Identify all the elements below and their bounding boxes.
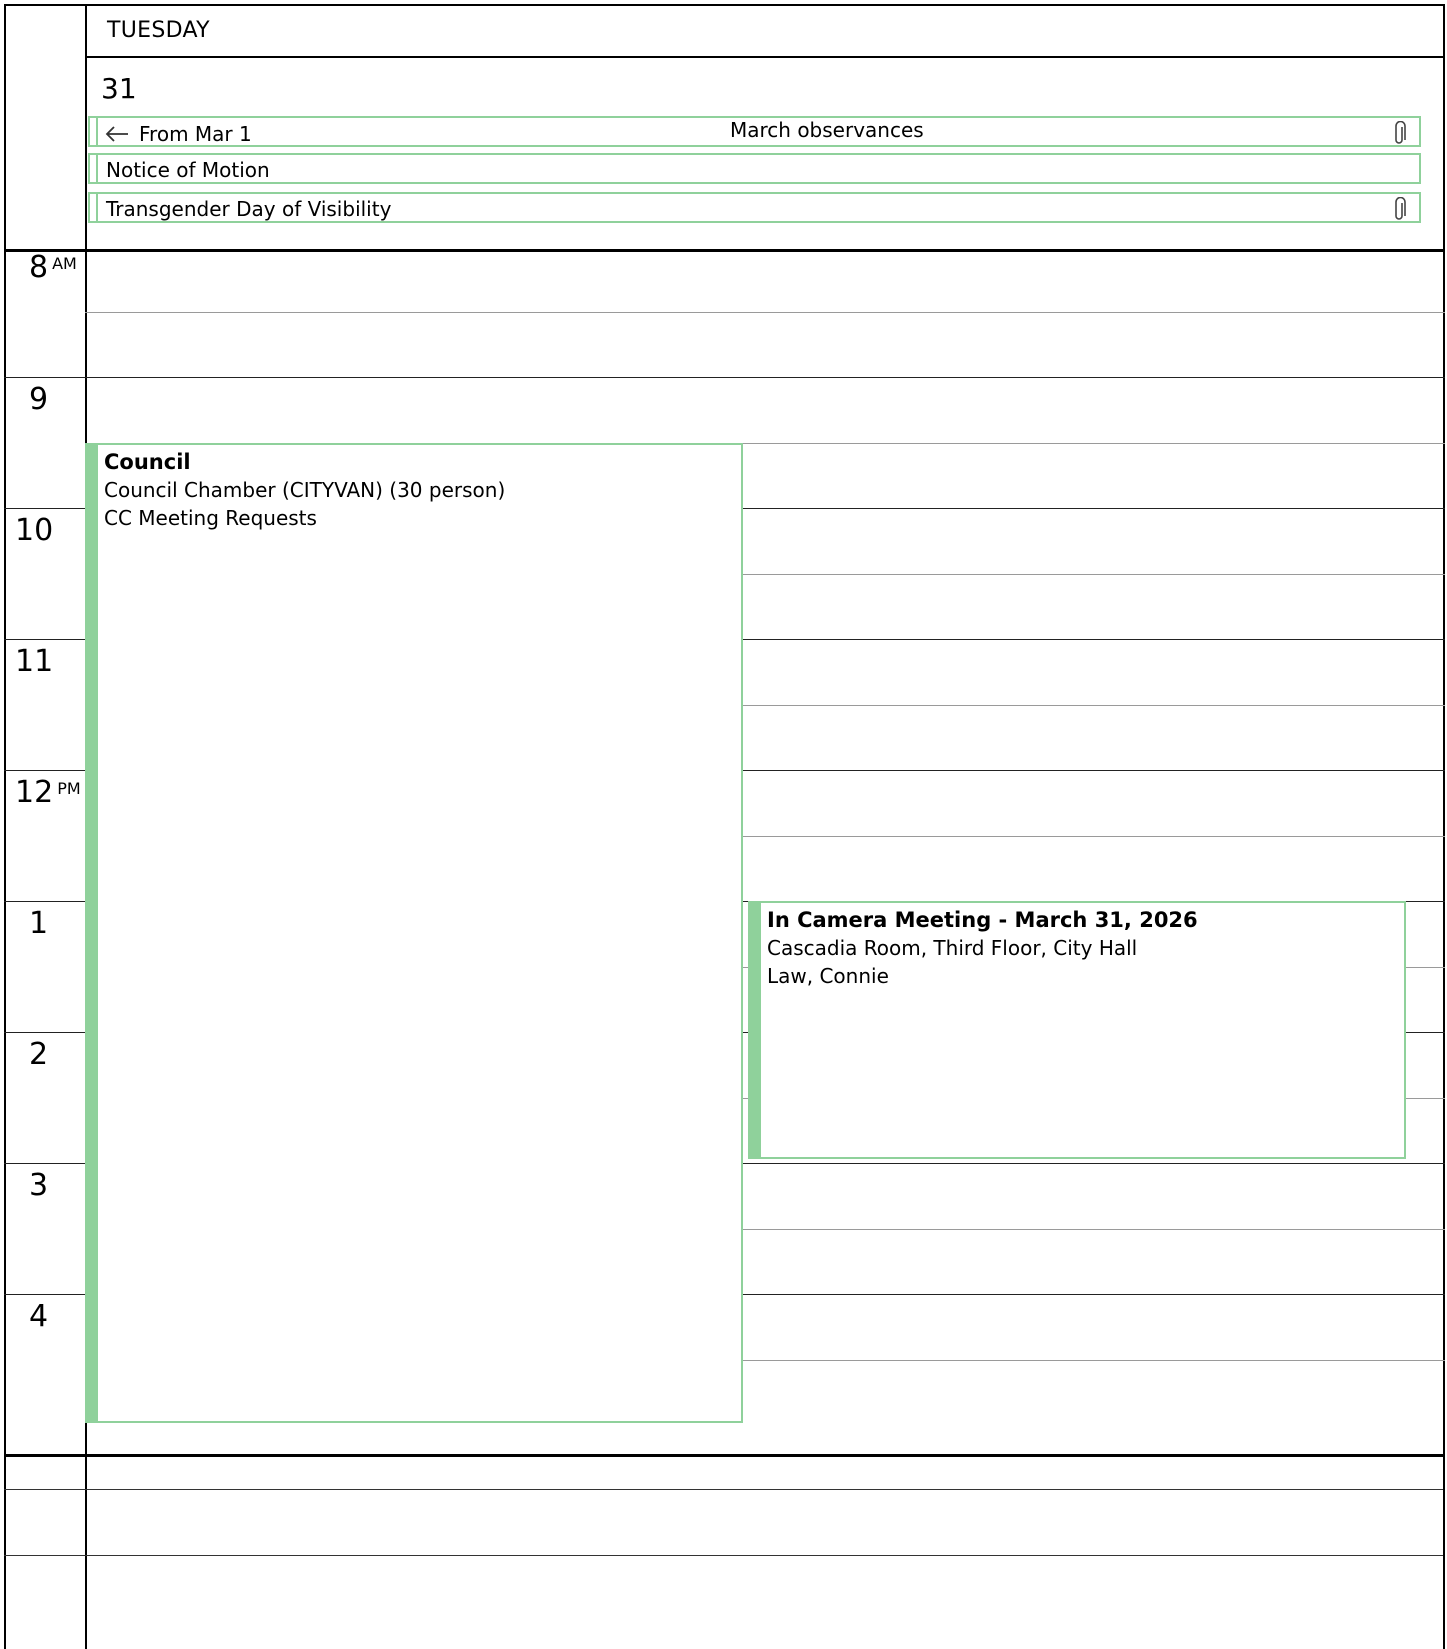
day-number[interactable]: 31	[101, 72, 137, 105]
paperclip-icon	[1395, 121, 1406, 144]
time-label-8am: 8 AM	[29, 250, 77, 285]
hour-line-9	[85, 377, 1445, 379]
all-day-event-transgender-day-of-visibility[interactable]: Transgender Day of Visibility	[88, 192, 1421, 223]
gutter-hour-line	[4, 1032, 86, 1034]
time-label-9: 9	[29, 382, 49, 417]
left-arrow-icon	[105, 126, 128, 142]
event-organizer: CC Meeting Requests	[104, 506, 317, 530]
all-day-event-title: Transgender Day of Visibility	[106, 197, 392, 221]
event-council[interactable]: Council Council Chamber (CITYVAN) (30 pe…	[85, 443, 743, 1423]
frame-border-right-footer	[1443, 1454, 1445, 1649]
event-organizer: Law, Connie	[767, 964, 889, 988]
all-day-event-title: March observances	[730, 118, 924, 142]
event-location: Cascadia Room, Third Floor, City Hall	[767, 936, 1138, 960]
gutter-hour-line	[4, 1163, 86, 1165]
time-label-12pm: 12 PM	[15, 775, 81, 810]
footer-row-line	[4, 1555, 1445, 1557]
gutter-hour-line	[4, 508, 86, 510]
paperclip-icon	[1395, 197, 1406, 220]
gutter-hour-line	[4, 1294, 86, 1296]
time-label-4: 4	[29, 1299, 49, 1334]
gutter-hour-line	[4, 901, 86, 903]
day-end-divider	[4, 1454, 1445, 1457]
from-date-label: From Mar 1	[139, 122, 252, 146]
time-label-1: 1	[29, 906, 49, 941]
half-hour-line	[85, 312, 1445, 313]
event-color-bar	[87, 445, 98, 1421]
event-title: In Camera Meeting - March 31, 2026	[767, 908, 1198, 932]
day-name-header: TUESDAY	[107, 18, 210, 43]
event-title: Council	[104, 450, 191, 474]
time-label-10: 10	[15, 513, 54, 548]
event-location: Council Chamber (CITYVAN) (30 person)	[104, 478, 506, 502]
footer-row-line	[4, 1489, 1445, 1491]
time-label-11: 11	[15, 644, 54, 679]
all-day-divider	[4, 249, 1445, 252]
frame-border-right	[1443, 4, 1445, 1456]
event-color-bar	[750, 903, 761, 1157]
event-color-bar	[96, 155, 98, 182]
gutter-hour-line	[4, 377, 86, 379]
all-day-event-notice-of-motion[interactable]: Notice of Motion	[88, 153, 1421, 184]
frame-border-top	[4, 4, 1445, 6]
event-color-bar	[96, 118, 98, 145]
time-label-3: 3	[29, 1168, 49, 1203]
event-in-camera-meeting[interactable]: In Camera Meeting - March 31, 2026 Casca…	[748, 901, 1406, 1159]
gutter-hour-line	[4, 639, 86, 641]
time-label-2: 2	[29, 1037, 49, 1072]
all-day-event-march-observances[interactable]: From Mar 1 March observances	[88, 116, 1421, 147]
header-divider	[85, 56, 1445, 58]
gutter-hour-line	[4, 770, 86, 772]
all-day-event-title: Notice of Motion	[106, 158, 270, 182]
event-color-bar	[96, 194, 98, 221]
